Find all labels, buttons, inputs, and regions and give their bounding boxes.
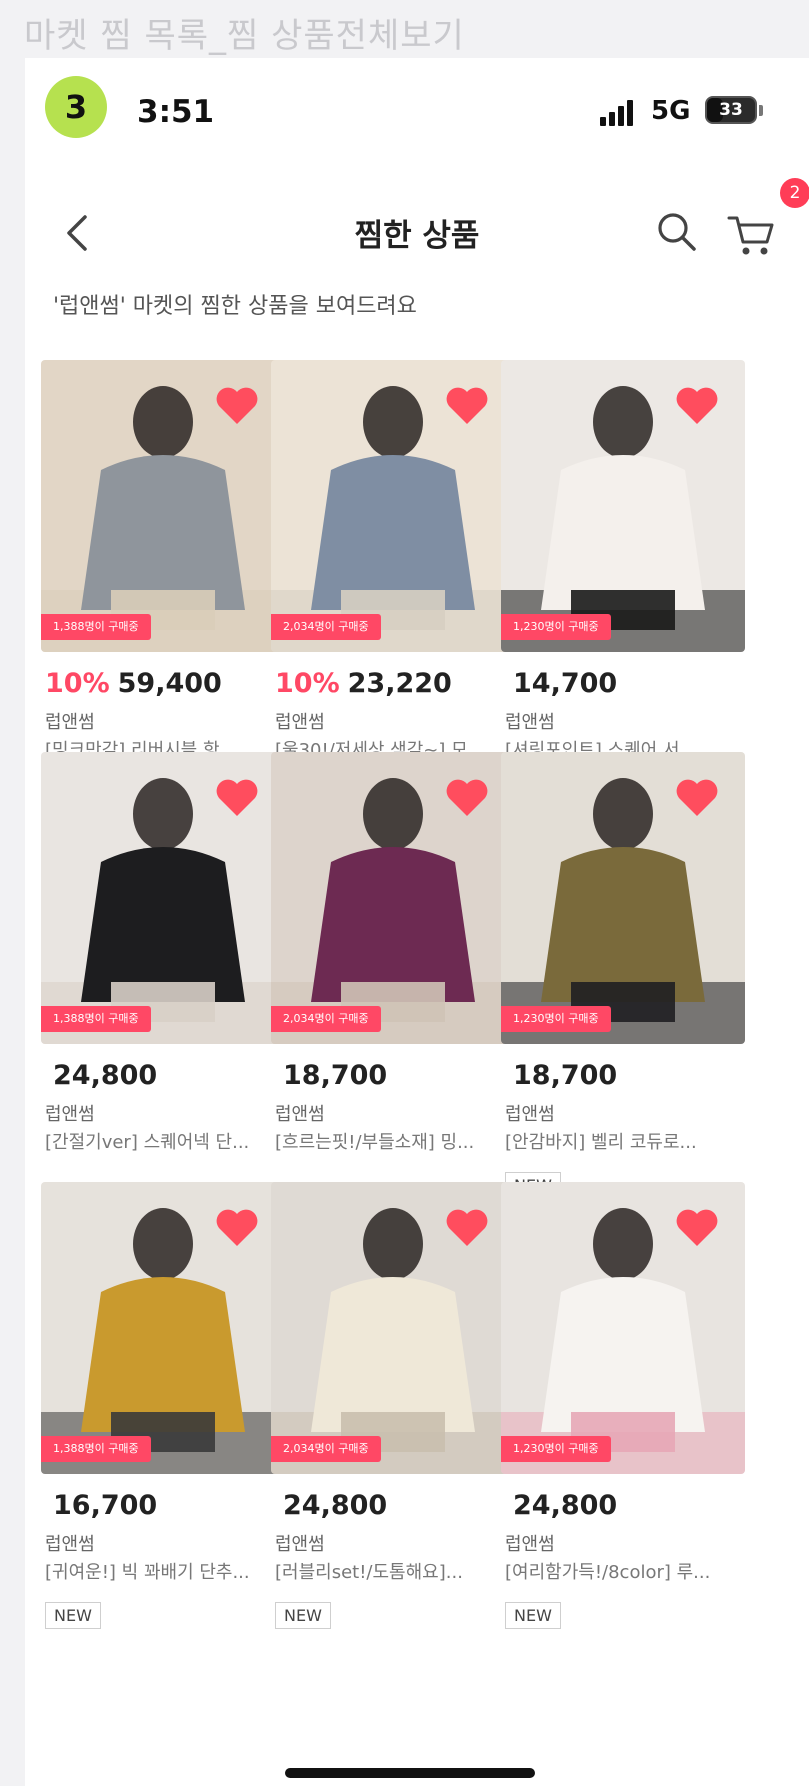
status-time: 3:51 xyxy=(137,94,215,130)
phone-screen: 3 3:51 5G 33 찜한 상품 2 '럽앤썸' 마켓의 찜한 상품을 보여… xyxy=(25,58,809,1786)
screen-caption: 마켓 찜 목록_찜 상품전체보기 xyxy=(24,16,465,56)
heart-icon[interactable] xyxy=(445,386,489,426)
heart-icon[interactable] xyxy=(675,1208,719,1248)
shop-name: 럽앤썸 xyxy=(275,1534,325,1555)
heart-icon[interactable] xyxy=(215,778,259,818)
product-image[interactable]: 1,388명이 구매중 xyxy=(41,360,285,652)
cart-icon xyxy=(727,216,774,255)
price-row: 24,800 xyxy=(275,1490,387,1521)
shop-name: 럽앤썸 xyxy=(505,1534,555,1555)
product-image[interactable]: 1,388명이 구매중 xyxy=(41,1182,285,1474)
product-card[interactable]: 1,388명이 구매중 16,700 럽앤썸 [귀여운!] 빅 꽈배기 단추..… xyxy=(41,1182,285,1642)
heart-icon[interactable] xyxy=(445,778,489,818)
home-indicator[interactable] xyxy=(285,1768,535,1778)
product-name[interactable]: [흐르는핏!/부들소재] 밍... xyxy=(275,1128,515,1154)
price: 24,800 xyxy=(283,1490,388,1521)
price-row: 24,800 xyxy=(505,1490,617,1521)
search-icon xyxy=(658,213,696,251)
product-image[interactable]: 1,230명이 구매중 xyxy=(501,752,745,1044)
price-row: 18,700 xyxy=(505,1060,617,1091)
price-row: 10% 59,400 xyxy=(45,668,222,699)
new-badge: NEW xyxy=(505,1602,561,1629)
discount-rate: 10% xyxy=(275,668,340,699)
product-card[interactable]: 2,034명이 구매중 24,800 럽앤썸 [러블리set!/도톰해요]...… xyxy=(271,1182,515,1642)
price-row: 10% 23,220 xyxy=(275,668,452,699)
signal-icon xyxy=(600,98,640,126)
product-name[interactable]: [안감바지] 벨리 코듀로... xyxy=(505,1128,745,1154)
new-badge: NEW xyxy=(275,1602,331,1629)
price: 24,800 xyxy=(513,1490,618,1521)
price: 59,400 xyxy=(117,668,222,699)
sold-count-badge: 2,034명이 구매중 xyxy=(271,1006,381,1032)
app-header: 찜한 상품 xyxy=(25,198,809,268)
product-image[interactable]: 2,034명이 구매중 xyxy=(271,1182,515,1474)
heart-icon[interactable] xyxy=(675,778,719,818)
cart-button[interactable] xyxy=(725,208,779,262)
product-image[interactable]: 2,034명이 구매중 xyxy=(271,752,515,1044)
product-card[interactable]: 1,230명이 구매중 14,700 럽앤썸 [셔링포인트] 스퀘어 서... xyxy=(501,360,745,820)
shop-name: 럽앤썸 xyxy=(505,712,555,733)
cart-count-badge: 2 xyxy=(780,178,809,208)
new-badge: NEW xyxy=(45,1602,101,1629)
product-name[interactable]: [러블리set!/도톰해요]... xyxy=(275,1558,515,1584)
product-card[interactable]: 1,388명이 구매중 24,800 럽앤썸 [간절기ver] 스퀘어넥 단..… xyxy=(41,752,285,1212)
product-card[interactable]: 2,034명이 구매중 18,700 럽앤썸 [흐르는핏!/부들소재] 밍... xyxy=(271,752,515,1212)
heart-icon[interactable] xyxy=(215,386,259,426)
heart-icon[interactable] xyxy=(675,386,719,426)
market-subtitle: '럽앤썸' 마켓의 찜한 상품을 보여드려요 xyxy=(53,294,417,319)
price: 14,700 xyxy=(513,668,618,699)
shop-name: 럽앤썸 xyxy=(45,1534,95,1555)
sold-count-badge: 1,388명이 구매중 xyxy=(41,1436,151,1462)
status-bar: 3 3:51 5G 33 xyxy=(25,58,809,168)
battery-level: 33 xyxy=(719,100,743,120)
product-name[interactable]: [간절기ver] 스퀘어넥 단... xyxy=(45,1128,285,1154)
shop-name: 럽앤썸 xyxy=(275,712,325,733)
sold-count-badge: 2,034명이 구매중 xyxy=(271,1436,381,1462)
product-card[interactable]: 2,034명이 구매중 10% 23,220 럽앤썸 [울30!/저세상 색감~]… xyxy=(271,360,515,820)
shop-name: 럽앤썸 xyxy=(45,1104,95,1125)
product-card[interactable]: 1,388명이 구매중 10% 59,400 럽앤썸 [밍크만감] 리버시블 항.… xyxy=(41,360,285,820)
price: 23,220 xyxy=(347,668,452,699)
heart-icon[interactable] xyxy=(445,1208,489,1248)
product-card[interactable]: 1,230명이 구매중 18,700 럽앤썸 [안감바지] 벨리 코듀로... … xyxy=(501,752,745,1212)
price: 16,700 xyxy=(53,1490,158,1521)
battery-icon: 33 xyxy=(705,96,757,124)
price: 24,800 xyxy=(53,1060,158,1091)
price-row: 14,700 xyxy=(505,668,617,699)
product-name[interactable]: [귀여운!] 빅 꽈배기 단추... xyxy=(45,1558,285,1584)
product-image[interactable]: 1,388명이 구매중 xyxy=(41,752,285,1044)
sold-count-badge: 1,230명이 구매중 xyxy=(501,1436,611,1462)
price: 18,700 xyxy=(513,1060,618,1091)
price: 18,700 xyxy=(283,1060,388,1091)
battery-cap xyxy=(759,105,763,116)
shop-name: 럽앤썸 xyxy=(505,1104,555,1125)
sold-count-badge: 1,230명이 구매중 xyxy=(501,1006,611,1032)
step-badge: 3 xyxy=(45,76,107,138)
discount-rate: 10% xyxy=(45,668,110,699)
sold-count-badge: 1,388명이 구매중 xyxy=(41,614,151,640)
shop-name: 럽앤썸 xyxy=(275,1104,325,1125)
price-row: 24,800 xyxy=(45,1060,157,1091)
search-button[interactable] xyxy=(653,208,701,256)
price-row: 18,700 xyxy=(275,1060,387,1091)
sold-count-badge: 1,230명이 구매중 xyxy=(501,614,611,640)
product-card[interactable]: 1,230명이 구매중 24,800 럽앤썸 [여리함가득!/8color] 루… xyxy=(501,1182,745,1642)
heart-icon[interactable] xyxy=(215,1208,259,1248)
network-label: 5G xyxy=(651,96,691,126)
sold-count-badge: 1,388명이 구매중 xyxy=(41,1006,151,1032)
shop-name: 럽앤썸 xyxy=(45,712,95,733)
product-name[interactable]: [여리함가득!/8color] 루... xyxy=(505,1558,745,1584)
product-image[interactable]: 1,230명이 구매중 xyxy=(501,1182,745,1474)
sold-count-badge: 2,034명이 구매중 xyxy=(271,614,381,640)
product-image[interactable]: 1,230명이 구매중 xyxy=(501,360,745,652)
price-row: 16,700 xyxy=(45,1490,157,1521)
product-image[interactable]: 2,034명이 구매중 xyxy=(271,360,515,652)
